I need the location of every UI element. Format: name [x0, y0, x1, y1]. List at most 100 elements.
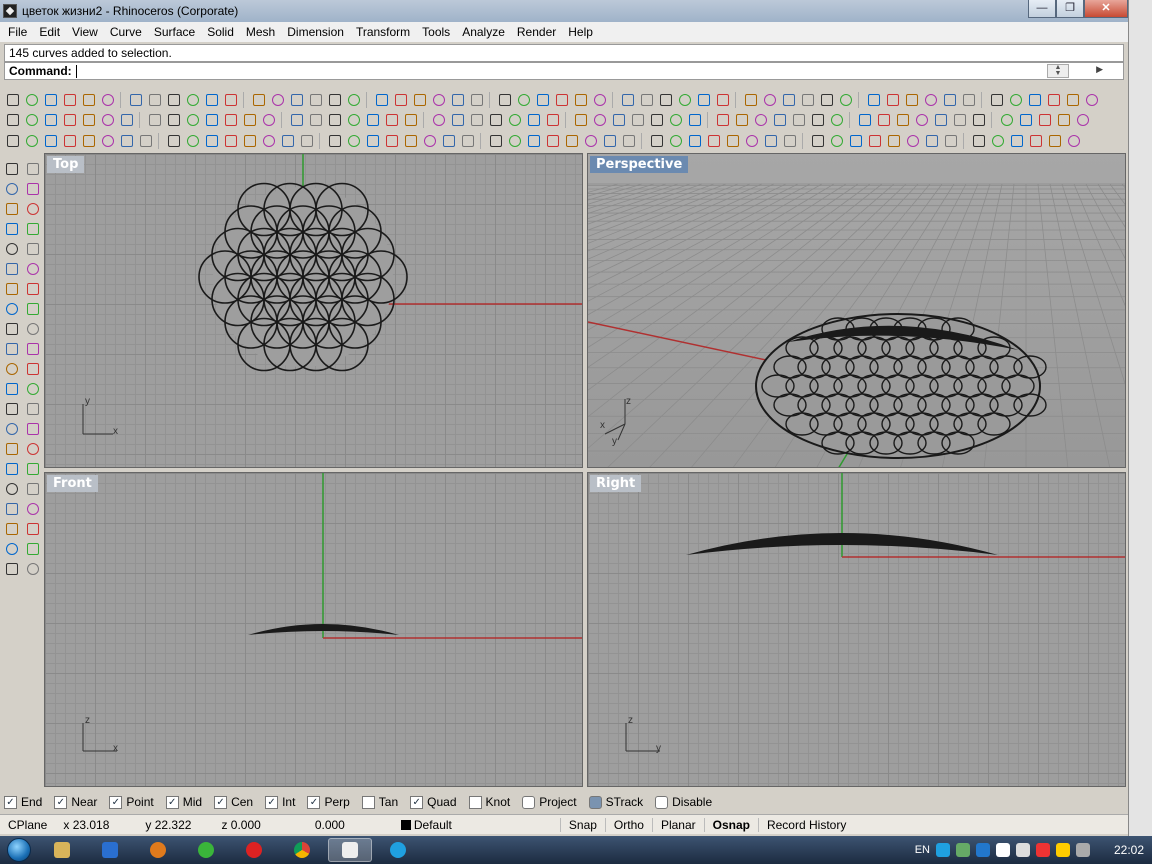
toolbar-button[interactable] [260, 132, 278, 150]
osnap-cen[interactable]: ✓ Cen [214, 795, 253, 809]
toolbox-button[interactable] [2, 460, 21, 478]
menu-surface[interactable]: Surface [148, 25, 201, 39]
toolbox-button[interactable] [23, 180, 42, 198]
toolbar-button[interactable] [648, 111, 666, 129]
toolbar-button[interactable] [383, 132, 401, 150]
toolbar-button[interactable] [809, 111, 827, 129]
toolbox-button[interactable] [2, 500, 21, 518]
toolbar-button[interactable] [762, 132, 780, 150]
toolbar-button[interactable] [402, 132, 420, 150]
toolbar-button[interactable] [373, 91, 391, 109]
toolbar-button[interactable] [534, 91, 552, 109]
toolbar-button[interactable] [23, 91, 41, 109]
toolbar-button[interactable] [544, 132, 562, 150]
checkbox[interactable] [655, 795, 669, 809]
toolbar-button[interactable] [790, 111, 808, 129]
viewport-right[interactable]: Right z y [587, 472, 1126, 787]
tray-volume-icon[interactable] [1075, 843, 1090, 857]
start-button[interactable] [0, 836, 38, 864]
toolbar-button[interactable] [525, 111, 543, 129]
toolbar-button[interactable] [288, 111, 306, 129]
toolbox-button[interactable] [2, 520, 21, 538]
toolbar-button[interactable] [828, 132, 846, 150]
tray-update-icon[interactable] [955, 843, 970, 857]
menu-view[interactable]: View [66, 25, 104, 39]
tray-network-icon[interactable] [1015, 843, 1030, 857]
toolbar-button[interactable] [487, 111, 505, 129]
toolbar-button[interactable] [780, 91, 798, 109]
toolbar-button[interactable] [837, 91, 855, 109]
checkbox[interactable]: ✓ [214, 795, 228, 809]
toolbar-button[interactable] [724, 132, 742, 150]
toolbar-button[interactable] [1045, 91, 1063, 109]
osnap-tan[interactable]: Tan [361, 795, 398, 809]
toolbar-button[interactable] [118, 111, 136, 129]
toolbar-button[interactable] [1083, 91, 1101, 109]
toolbar-button[interactable] [553, 91, 571, 109]
menu-curve[interactable]: Curve [104, 25, 148, 39]
toolbox-button[interactable] [23, 300, 42, 318]
toolbar-button[interactable] [799, 91, 817, 109]
osnap-disable[interactable]: Disable [655, 795, 712, 809]
toolbar-button[interactable] [648, 132, 666, 150]
toolbar-button[interactable] [885, 132, 903, 150]
toolbar-button[interactable] [638, 91, 656, 109]
toolbar-button[interactable] [752, 111, 770, 129]
toolbar-button[interactable] [468, 91, 486, 109]
toolbar-button[interactable] [875, 111, 893, 129]
record-history-toggle[interactable]: Record History [757, 817, 854, 832]
checkbox[interactable] [468, 795, 482, 809]
tray-antivirus-icon[interactable] [1035, 843, 1050, 857]
toolbar-button[interactable] [695, 91, 713, 109]
toolbox-button[interactable] [23, 400, 42, 418]
toolbox-button[interactable] [23, 160, 42, 178]
toolbar-button[interactable] [506, 132, 524, 150]
checkbox[interactable]: ✓ [265, 795, 279, 809]
toolbar-button[interactable] [515, 91, 533, 109]
toolbar-button[interactable] [904, 132, 922, 150]
checkbox[interactable]: ✓ [410, 795, 424, 809]
toolbar-button[interactable] [459, 132, 477, 150]
toolbar-button[interactable] [1046, 132, 1064, 150]
taskbar-firefox[interactable] [136, 838, 180, 862]
snap-toggle[interactable]: Snap [559, 817, 605, 832]
menu-solid[interactable]: Solid [201, 25, 240, 39]
toolbox-button[interactable] [23, 560, 42, 578]
toolbar-button[interactable] [288, 91, 306, 109]
toolbox-button[interactable] [2, 360, 21, 378]
toolbar-button[interactable] [970, 111, 988, 129]
toolbar-button[interactable] [610, 111, 628, 129]
toolbox-button[interactable] [2, 440, 21, 458]
minimize-button[interactable]: — [1028, 0, 1056, 18]
toolbox-button[interactable] [2, 420, 21, 438]
osnap-perp[interactable]: ✓ Perp [307, 795, 350, 809]
toolbar-button[interactable] [781, 132, 799, 150]
toolbar-button[interactable] [345, 91, 363, 109]
menu-transform[interactable]: Transform [350, 25, 416, 39]
toolbox-button[interactable] [2, 260, 21, 278]
toolbar-button[interactable] [279, 132, 297, 150]
toolbox-button[interactable] [23, 540, 42, 558]
toolbar-button[interactable] [705, 132, 723, 150]
toolbar-button[interactable] [23, 111, 41, 129]
toolbox-button[interactable] [23, 460, 42, 478]
toolbar-button[interactable] [809, 132, 827, 150]
toolbox-button[interactable] [23, 280, 42, 298]
osnap-quad[interactable]: ✓ Quad [410, 795, 457, 809]
toolbar-button[interactable] [4, 132, 22, 150]
toolbar-button[interactable] [761, 91, 779, 109]
viewport-perspective[interactable]: Perspective z x y [587, 153, 1126, 468]
menu-edit[interactable]: Edit [33, 25, 66, 39]
checkbox[interactable]: ✓ [109, 795, 123, 809]
status-cplane[interactable]: CPlane [0, 818, 55, 832]
toolbox-button[interactable] [23, 480, 42, 498]
toolbox-button[interactable] [23, 260, 42, 278]
toolbox-button[interactable] [2, 160, 21, 178]
toolbar-button[interactable] [307, 91, 325, 109]
checkbox[interactable] [588, 795, 602, 809]
toolbar-button[interactable] [449, 91, 467, 109]
checkbox[interactable]: ✓ [307, 795, 321, 809]
toolbar-button[interactable] [733, 111, 751, 129]
toolbox-button[interactable] [2, 240, 21, 258]
spin-buttons[interactable]: ▲ ▼ [1047, 64, 1069, 78]
